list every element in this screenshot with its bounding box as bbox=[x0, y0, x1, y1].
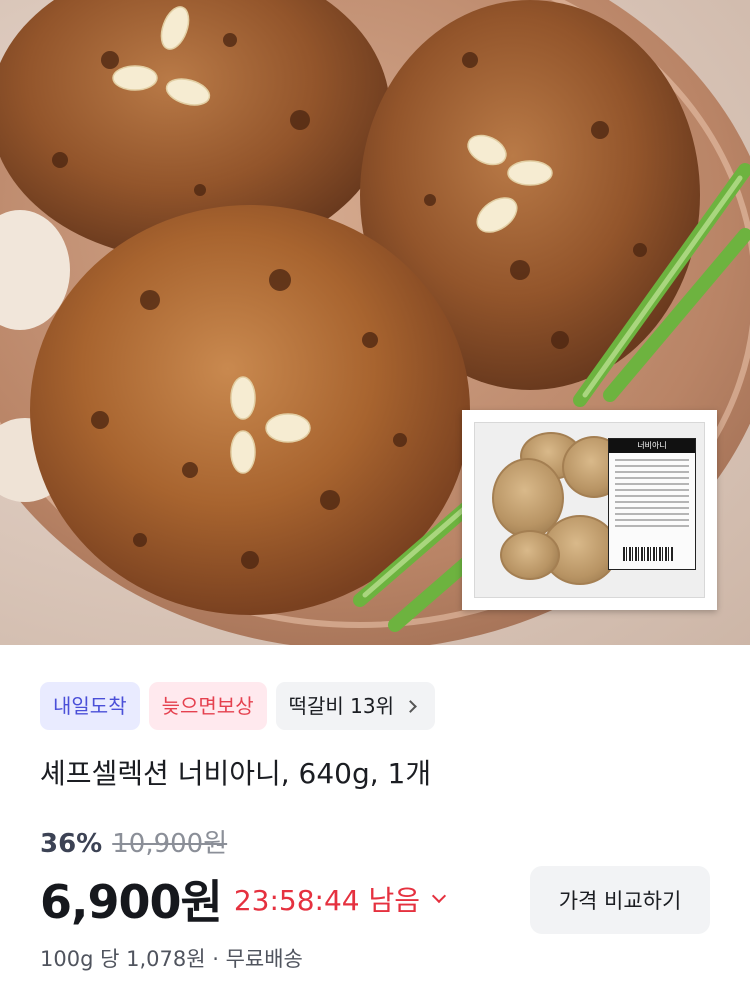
tomorrow-delivery-badge: 내일도착 bbox=[40, 682, 140, 730]
product-package-image: 너비아니 bbox=[462, 410, 717, 610]
unit-price: 100g 당 1,078원 bbox=[40, 947, 206, 971]
chevron-right-icon bbox=[404, 699, 417, 713]
package-label-text bbox=[615, 459, 689, 531]
badge-row: 내일도착 늦으면보상 떡갈비 13위 bbox=[40, 682, 436, 730]
deal-countdown[interactable]: 23:58:44 남음 bbox=[234, 879, 420, 919]
separator-dot: · bbox=[212, 947, 219, 971]
package-label: 너비아니 bbox=[608, 438, 696, 570]
price-row: 6,900원 23:58:44 남음 bbox=[40, 868, 447, 930]
late-guarantee-badge: 늦으면보상 bbox=[148, 682, 267, 730]
category-rank-label: 떡갈비 13위 bbox=[288, 694, 395, 718]
compare-price-button[interactable]: 가격 비교하기 bbox=[530, 866, 710, 934]
shipping-info: 무료배송 bbox=[225, 947, 303, 971]
category-rank-link[interactable]: 떡갈비 13위 bbox=[275, 682, 436, 730]
product-image[interactable]: 너비아니 bbox=[0, 0, 750, 645]
unit-price-row: 100g 당 1,078원 · 무료배송 bbox=[40, 943, 303, 973]
barcode bbox=[623, 547, 673, 561]
discount-rate: 36% bbox=[40, 829, 103, 859]
chevron-down-icon[interactable] bbox=[431, 888, 447, 904]
package-patty bbox=[500, 530, 560, 580]
original-price: 10,900원 bbox=[112, 829, 228, 859]
discount-row: 36% 10,900원 bbox=[40, 823, 227, 860]
sale-price: 6,900원 bbox=[40, 875, 223, 929]
product-title: 셰프셀렉션 너비아니, 640g, 1개 bbox=[40, 757, 432, 790]
package-label-title: 너비아니 bbox=[609, 439, 695, 453]
